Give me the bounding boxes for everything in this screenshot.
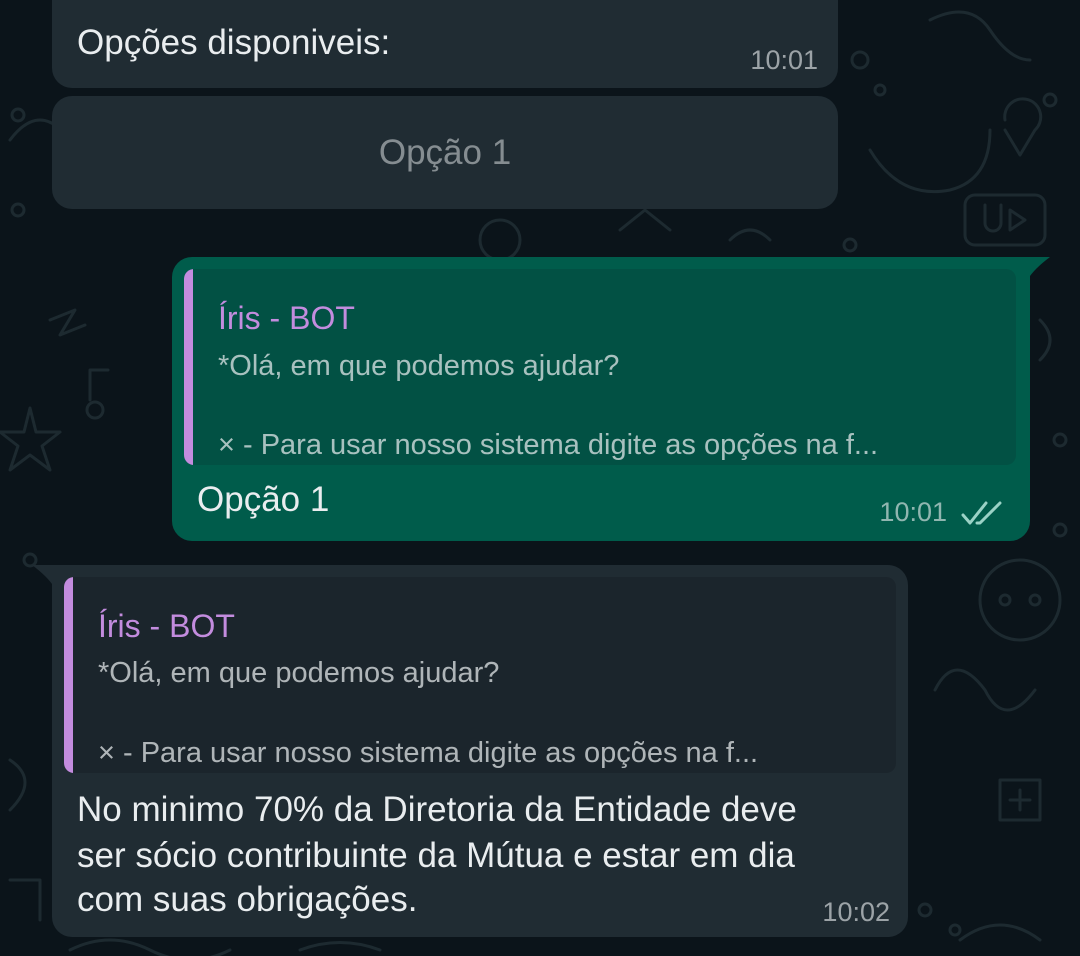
outgoing-reply-bubble: Íris - BOT *Olá, em que podemos ajudar? … <box>172 257 1030 541</box>
incoming-reply-text-line: No minimo 70% da Diretoria da Entidade d… <box>77 790 797 829</box>
incoming-reply-text-line: com suas obrigações. <box>77 880 418 919</box>
bubble-tail-outgoing <box>1028 257 1050 279</box>
quote-line: × - Para usar nosso sistema digite as op… <box>98 737 759 769</box>
quote-author: Íris - BOT <box>218 300 355 336</box>
double-check-icon <box>961 501 1002 525</box>
options-header-text: Opções disponiveis: <box>77 23 391 62</box>
quoted-message[interactable]: Íris - BOT *Olá, em que podemos ajudar? … <box>64 577 896 773</box>
option-1-button[interactable]: Opção 1 <box>52 96 838 209</box>
outgoing-reply-text: Opção 1 <box>197 480 330 519</box>
incoming-reply-text-line: ser sócio contribuinte da Mútua e estar … <box>77 836 795 875</box>
options-header-bubble: Opções disponiveis: 10:01 <box>52 0 838 88</box>
quoted-message[interactable]: Íris - BOT *Olá, em que podemos ajudar? … <box>184 269 1016 465</box>
message-time: 10:02 <box>822 897 890 927</box>
message-time: 10:01 <box>879 497 947 527</box>
quote-accent-bar <box>64 577 73 773</box>
bubble-tail-incoming <box>32 565 54 587</box>
quote-accent-bar <box>184 269 193 465</box>
incoming-reply-bubble: Íris - BOT *Olá, em que podemos ajudar? … <box>52 565 908 937</box>
quote-line: × - Para usar nosso sistema digite as op… <box>218 429 879 461</box>
quote-author: Íris - BOT <box>98 608 235 644</box>
quote-line: *Olá, em que podemos ajudar? <box>98 657 500 689</box>
quote-line: *Olá, em que podemos ajudar? <box>218 350 620 382</box>
message-time: 10:01 <box>750 45 818 75</box>
option-1-label: Opção 1 <box>378 132 512 172</box>
